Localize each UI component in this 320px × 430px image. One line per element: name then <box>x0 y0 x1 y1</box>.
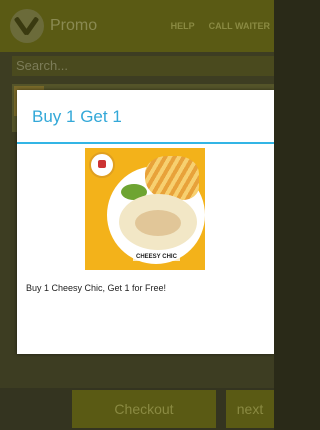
dialog-divider <box>17 142 274 144</box>
brand-badge-icon <box>89 152 115 178</box>
next-button[interactable]: next <box>226 390 274 428</box>
promo-image: CHEESY CHIC <box>85 148 205 270</box>
restaurant-logo-icon[interactable] <box>10 9 44 43</box>
help-button[interactable]: HELP <box>171 21 195 31</box>
promo-message: Buy 1 Cheesy Chic, Get 1 for Free! <box>26 283 167 293</box>
call-waiter-button[interactable]: CALL WAITER <box>209 21 270 31</box>
sauce-shape <box>135 210 181 236</box>
promo-image-caption: CHEESY CHIC <box>133 253 180 261</box>
app-screen: Promo HELP CALL WAITER Search... Checkou… <box>0 0 274 430</box>
promo-dialog: Buy 1 Get 1 CHEESY CHIC Buy 1 Cheesy Chi… <box>17 90 274 354</box>
app-title: Promo <box>50 17 98 34</box>
action-bar: Promo HELP CALL WAITER <box>0 0 274 52</box>
checkout-button[interactable]: Checkout <box>72 390 216 428</box>
dialog-title: Buy 1 Get 1 <box>32 107 122 126</box>
search-input[interactable]: Search... <box>12 56 274 76</box>
